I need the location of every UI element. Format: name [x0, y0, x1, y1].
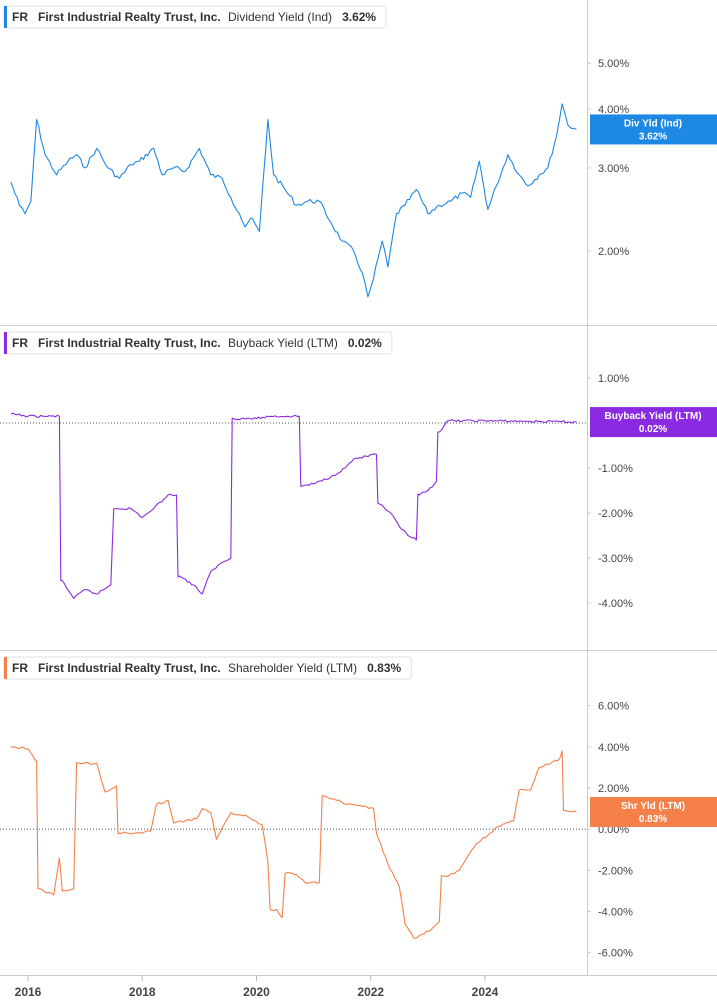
value-flag-value: 3.62%	[639, 131, 667, 142]
y-tick-label: 3.00%	[598, 163, 629, 175]
y-tick-label: -6.00%	[598, 948, 633, 960]
legend-metric: Buyback Yield (LTM)	[228, 336, 338, 350]
y-tick-label: 4.00%	[598, 742, 629, 754]
series-line	[10, 412, 577, 600]
legend-color-swatch	[4, 657, 7, 679]
value-flag-label: Buyback Yield (LTM)	[604, 411, 701, 422]
value-flag-label: Shr Yld (LTM)	[621, 801, 685, 812]
legend-company: First Industrial Realty Trust, Inc.	[38, 661, 221, 675]
chart-canvas: 5.00%4.00%3.00%2.00%Div Yld (Ind)3.62%FR…	[0, 0, 717, 999]
y-tick-label: -1.00%	[598, 463, 633, 475]
legend-company: First Industrial Realty Trust, Inc.	[38, 336, 221, 350]
legend-color-swatch	[4, 332, 7, 354]
legend-company: First Industrial Realty Trust, Inc.	[38, 10, 221, 24]
legend-ticker: FR	[12, 10, 28, 24]
value-flag-value: 0.83%	[639, 814, 667, 825]
legend-metric: Dividend Yield (Ind)	[228, 10, 332, 24]
y-tick-label: -2.00%	[598, 508, 633, 520]
legend-value: 0.02%	[348, 336, 382, 350]
y-tick-label: 2.00%	[598, 246, 629, 258]
y-tick-label: 1.00%	[598, 373, 629, 385]
y-tick-label: 2.00%	[598, 783, 629, 795]
chart-panel-1: 5.00%4.00%3.00%2.00%Div Yld (Ind)3.62%FR…	[3, 5, 717, 298]
y-tick-label: 6.00%	[598, 701, 629, 713]
chart-panel-3: 6.00%4.00%2.00%0.00%-2.00%-4.00%-6.00%Sh…	[0, 656, 717, 960]
chart-title-legend: FR First Industrial Realty Trust, Inc. Buy…	[3, 331, 393, 355]
y-tick-label: -3.00%	[598, 553, 633, 565]
y-tick-label: -4.00%	[598, 906, 633, 918]
legend-value: 0.83%	[367, 661, 401, 675]
y-tick-label: 4.00%	[598, 104, 629, 116]
legend-color-swatch	[4, 6, 7, 28]
value-flag-value: 0.02%	[639, 424, 667, 435]
y-tick-label: -4.00%	[598, 598, 633, 610]
x-tick-label: 2018	[129, 985, 156, 999]
legend-value: 3.62%	[342, 10, 376, 24]
x-tick-label: 2016	[15, 985, 42, 999]
x-tick-label: 2024	[472, 985, 499, 999]
chart-panel-2: 1.00% -1.00% -2.00% -3.00% -4.00% Buyback Yie…	[0, 331, 717, 610]
x-tick-label: 2020	[243, 985, 270, 999]
legend-ticker: FR	[12, 661, 28, 675]
x-tick-label: 2022	[357, 985, 384, 999]
series-line	[10, 103, 577, 298]
chart-title-legend: FR First Industrial Realty Trust, Inc. Sha…	[3, 656, 412, 680]
series-line	[10, 746, 577, 939]
y-tick-label: -2.00%	[598, 865, 633, 877]
value-flag-label: Div Yld (Ind)	[624, 118, 682, 129]
legend-ticker: FR	[12, 336, 28, 350]
x-axis: 2016 2018 2020 2022 2024	[15, 975, 499, 999]
chart-title-legend: FR First Industrial Realty Trust, Inc. Div…	[3, 5, 387, 29]
legend-metric: Shareholder Yield (LTM)	[228, 661, 357, 675]
y-tick-label: 5.00%	[598, 58, 629, 70]
